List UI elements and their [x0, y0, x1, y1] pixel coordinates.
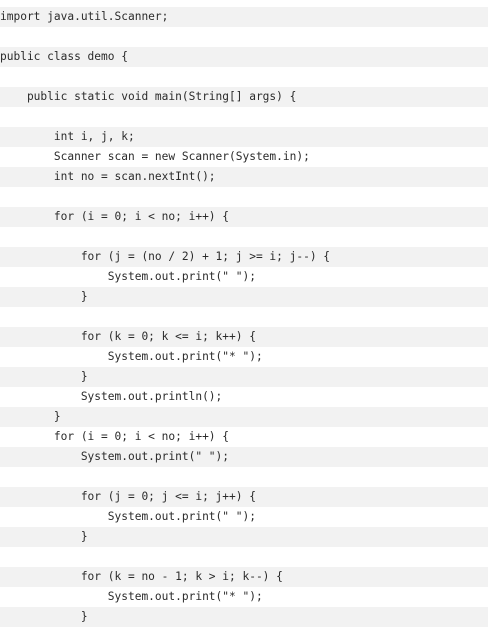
code-line: [0, 307, 488, 327]
code-line: System.out.print(" ");: [0, 447, 488, 467]
code-line: System.out.print(" ");: [0, 267, 488, 287]
code-line: [0, 27, 488, 47]
code-line: [0, 107, 488, 127]
code-line: }: [0, 407, 488, 427]
code-line: [0, 547, 488, 567]
code-block: import java.util.Scanner; public class de…: [0, 7, 488, 627]
code-line: }: [0, 607, 488, 627]
code-line: for (k = no - 1; k > i; k--) {: [0, 567, 488, 587]
code-line: for (i = 0; i < no; i++) {: [0, 207, 488, 227]
code-line: int i, j, k;: [0, 127, 488, 147]
code-line: [0, 227, 488, 247]
code-line: for (i = 0; i < no; i++) {: [0, 427, 488, 447]
code-line: System.out.print(" ");: [0, 507, 488, 527]
code-line: [0, 467, 488, 487]
code-line: }: [0, 527, 488, 547]
code-line: public class demo {: [0, 47, 488, 67]
code-line: [0, 67, 488, 87]
code-line: Scanner scan = new Scanner(System.in);: [0, 147, 488, 167]
code-line: import java.util.Scanner;: [0, 7, 488, 27]
code-line: int no = scan.nextInt();: [0, 167, 488, 187]
code-line: for (k = 0; k <= i; k++) {: [0, 327, 488, 347]
code-line: }: [0, 287, 488, 307]
code-line: System.out.println();: [0, 387, 488, 407]
code-line: public static void main(String[] args) {: [0, 87, 488, 107]
code-line: for (j = 0; j <= i; j++) {: [0, 487, 488, 507]
code-line: for (j = (no / 2) + 1; j >= i; j--) {: [0, 247, 488, 267]
code-line: System.out.print("* ");: [0, 587, 488, 607]
code-line: }: [0, 367, 488, 387]
code-line: System.out.print("* ");: [0, 347, 488, 367]
code-line: [0, 187, 488, 207]
